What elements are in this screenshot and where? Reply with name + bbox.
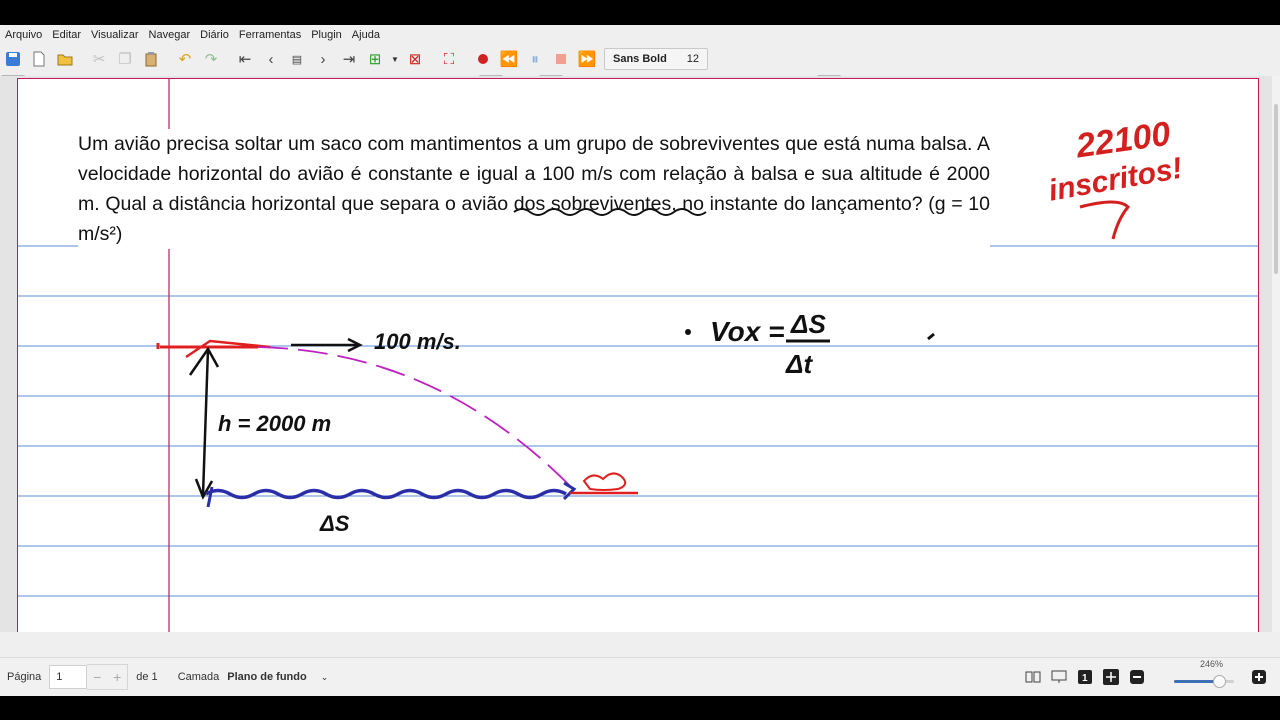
stray-mark	[927, 332, 935, 341]
menu-ferramentas[interactable]: Ferramentas	[234, 29, 306, 41]
copy-icon[interactable]: ❐	[112, 47, 138, 71]
menu-plugin[interactable]: Plugin	[306, 29, 347, 41]
zoom-slider-knob[interactable]	[1213, 675, 1226, 688]
zoom-slider[interactable]: 246%	[1164, 659, 1244, 689]
document-page[interactable]: 22100 inscritos! 100 m/s. h = 2000 m ΔS	[17, 78, 1259, 632]
height-arrow	[201, 348, 210, 496]
status-bar: Página 1 − + de 1 Camada Plano de fundo …	[0, 657, 1280, 696]
zoom-100-icon[interactable]: 1	[1074, 666, 1096, 688]
page-total: de 1	[136, 671, 158, 683]
distance-end-mark	[562, 481, 577, 501]
zoom-percent: 246%	[1200, 659, 1224, 669]
stop-icon[interactable]	[548, 47, 574, 71]
vertical-scrollbar[interactable]	[1272, 76, 1280, 632]
svg-text:1: 1	[1082, 673, 1088, 684]
height-label: h = 2000 m	[218, 411, 331, 436]
trajectory-diagram: 100 m/s. h = 2000 m ΔS	[156, 329, 638, 536]
font-name: Sans Bold	[613, 53, 667, 65]
add-page-dropdown-icon[interactable]: ▼	[388, 47, 402, 71]
previous-page-icon[interactable]: ‹	[258, 47, 284, 71]
menu-editar[interactable]: Editar	[47, 29, 86, 41]
zoom-fit-icon[interactable]	[1100, 666, 1122, 688]
rewind-icon[interactable]: ⏪	[496, 47, 522, 71]
next-page-icon[interactable]: ›	[310, 47, 336, 71]
menu-arquivo[interactable]: Arquivo	[0, 29, 47, 41]
formula-lhs: Vox =	[710, 316, 784, 347]
presentation-mode-icon[interactable]	[1048, 666, 1070, 688]
menu-visualizar[interactable]: Visualizar	[86, 29, 144, 41]
cut-icon[interactable]: ✂	[86, 47, 112, 71]
scrollbar-thumb[interactable]	[1274, 104, 1278, 274]
layer-label: Camada	[177, 671, 220, 683]
new-page-icon[interactable]	[26, 47, 52, 71]
page-stepper[interactable]: − +	[87, 664, 129, 690]
menu-diario[interactable]: Diário	[195, 29, 234, 41]
paste-icon[interactable]	[138, 47, 164, 71]
formula-numerator: ΔS	[790, 309, 826, 339]
page-label: Página	[7, 671, 42, 683]
fullscreen-icon[interactable]: ⛶	[436, 47, 462, 71]
font-selector[interactable]: Sans Bold 12	[604, 48, 709, 70]
subscribers-flourish	[1079, 200, 1131, 240]
subscribers-handwriting: 22100 inscritos!	[1046, 115, 1185, 240]
fast-forward-icon[interactable]: ⏩	[574, 47, 600, 71]
zoom-in-icon[interactable]	[1248, 666, 1270, 688]
pause-icon[interactable]: ⏸	[522, 47, 548, 71]
layer-dropdown-icon[interactable]: ⌄	[321, 672, 329, 683]
undo-icon[interactable]: ↶	[172, 47, 198, 71]
decrement-icon[interactable]: −	[93, 669, 101, 685]
menu-ajuda[interactable]: Ajuda	[347, 29, 385, 41]
save-icon[interactable]	[0, 47, 26, 71]
goto-page-icon[interactable]: ▤	[284, 47, 310, 71]
last-page-icon[interactable]: ⇥	[336, 47, 362, 71]
formula: Vox = ΔS Δt	[685, 309, 935, 379]
record-icon[interactable]	[470, 47, 496, 71]
ruled-lines	[18, 245, 1258, 597]
menu-bar: Arquivo Editar Visualizar Navegar Diário…	[0, 25, 1280, 45]
distance-start-mark	[206, 486, 214, 508]
open-folder-icon[interactable]	[52, 47, 78, 71]
question-text: Um avião precisa soltar um saco com mant…	[78, 129, 990, 249]
zoom-track	[1174, 675, 1234, 688]
main-toolbar: ✂ ❐ ↶ ↷ ⇤ ‹ ▤ › ⇥ ⊞ ▼ ⊠ ⛶ ⏪ ⏸ ⏩ Sans Bol…	[0, 45, 1280, 73]
velocity-label: 100 m/s.	[374, 329, 461, 354]
redo-icon[interactable]: ↷	[198, 47, 224, 71]
plane-shape	[185, 339, 271, 359]
font-size: 12	[686, 53, 700, 65]
increment-icon[interactable]: +	[113, 669, 121, 685]
layer-selector[interactable]: Plano de fundo	[227, 671, 306, 683]
add-page-icon[interactable]: ⊞	[362, 47, 388, 71]
two-pages-icon[interactable]	[1022, 666, 1044, 688]
first-page-icon[interactable]: ⇤	[232, 47, 258, 71]
underline-squiggle	[513, 208, 707, 216]
page-number-input[interactable]: 1	[49, 665, 88, 689]
delete-page-icon[interactable]: ⊠	[402, 47, 428, 71]
bullet-mark	[685, 329, 691, 335]
raft-survivors	[582, 472, 627, 491]
page-number-value: 1	[56, 671, 63, 683]
formula-denominator: Δt	[785, 349, 813, 379]
zoom-out-icon[interactable]	[1126, 666, 1148, 688]
menu-navegar[interactable]: Navegar	[144, 29, 196, 41]
canvas-area: 22100 inscritos! 100 m/s. h = 2000 m ΔS	[0, 76, 1272, 632]
delta-s-label: ΔS	[319, 511, 350, 536]
